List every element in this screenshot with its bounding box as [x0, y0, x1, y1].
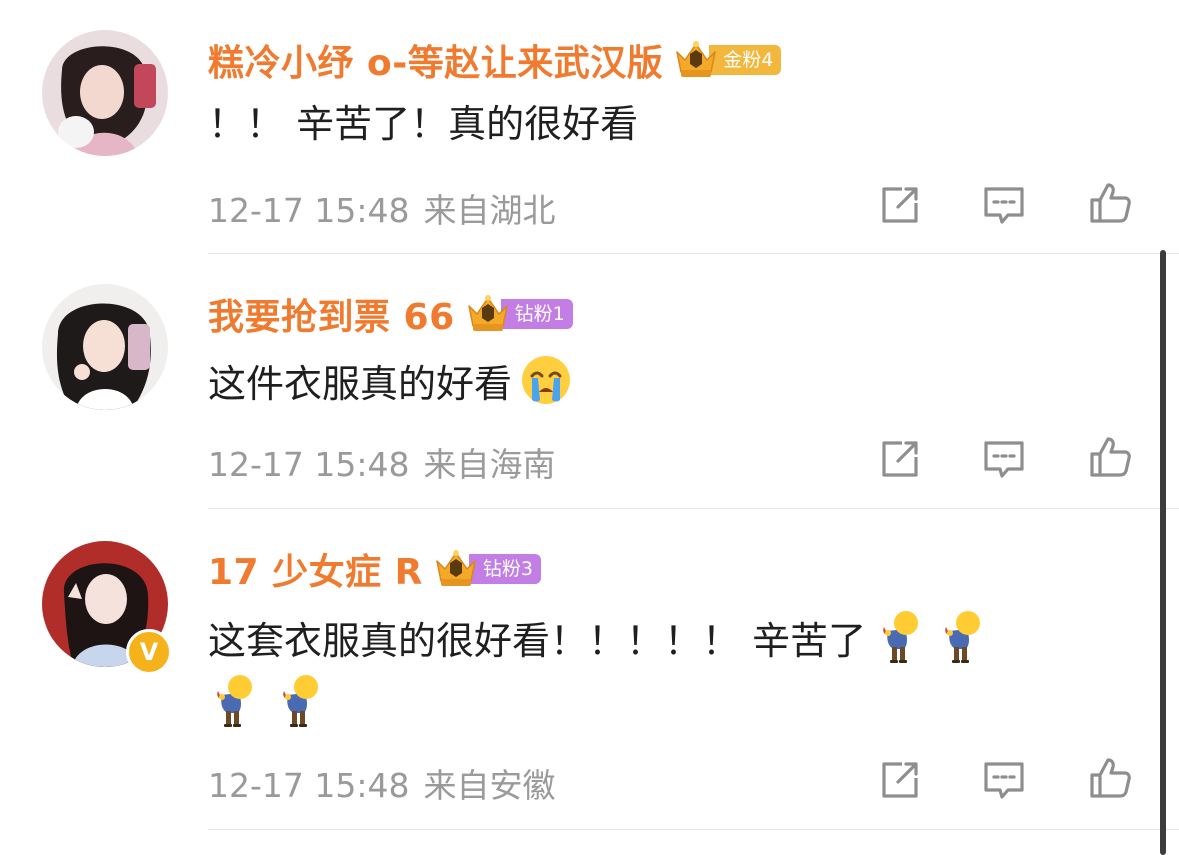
- bowing-person-emoji: [208, 673, 256, 742]
- fan-badge[interactable]: 钻粉3: [433, 552, 541, 586]
- crying-face-emoji: [520, 354, 572, 419]
- like-icon[interactable]: [1086, 433, 1134, 481]
- comment-text: 这套衣服真的很好看！！！！！ 辛苦了: [208, 609, 984, 678]
- bowing-person-emoji: [936, 609, 984, 678]
- like-icon[interactable]: [1086, 754, 1134, 802]
- comment-meta: 12-17 15:48 来自海南: [208, 438, 555, 486]
- username[interactable]: 糕冷小纾 o-等赵让来武汉版: [208, 34, 663, 86]
- comment-location: 来自海南: [423, 445, 556, 484]
- comment-text: 这件衣服真的好看: [208, 354, 572, 419]
- share-icon[interactable]: [876, 435, 924, 483]
- comment-time: 12-17 15:48: [208, 191, 410, 230]
- avatar[interactable]: [42, 30, 168, 156]
- crown-icon: [465, 294, 511, 334]
- username-row: 17 少女症 R 钻粉3: [208, 543, 541, 595]
- comment-location: 来自湖北: [423, 191, 556, 230]
- scrollbar[interactable]: [1160, 250, 1166, 855]
- fan-badge-label: 钻粉3: [468, 554, 541, 584]
- comment-time: 12-17 15:48: [208, 766, 410, 805]
- share-icon[interactable]: [876, 756, 924, 804]
- bowing-person-emoji: [874, 609, 922, 678]
- crown-icon: [433, 549, 479, 589]
- fan-badge-label: 钻粉1: [500, 299, 573, 329]
- comment-text: ！！ 辛苦了！真的很好看: [208, 102, 639, 146]
- avatar[interactable]: [42, 284, 168, 410]
- divider: [208, 829, 1179, 830]
- comment-item: 糕冷小纾 o-等赵让来武汉版 金粉4 ！！ 辛苦了！真的很好看 12-17 15…: [0, 0, 1179, 254]
- username[interactable]: 我要抢到票 66: [208, 288, 455, 340]
- username-row: 糕冷小纾 o-等赵让来武汉版 金粉4: [208, 34, 782, 86]
- fan-badge-label: 金粉4: [709, 45, 782, 75]
- comment-item: 我要抢到票 66 钻粉1 这件衣服真的好看 12-17 15:48 来自海南: [0, 254, 1179, 509]
- comment-location: 来自安徽: [423, 766, 556, 805]
- crown-icon: [673, 40, 719, 80]
- comment-icon[interactable]: [980, 181, 1028, 229]
- username[interactable]: 17 少女症 R: [208, 543, 423, 595]
- comment-item: V 17 少女症 R 钻粉3 这套衣服真的很好看！！！！！ 辛苦了 12-17 …: [0, 509, 1179, 855]
- fan-badge[interactable]: 金粉4: [673, 40, 782, 80]
- like-icon[interactable]: [1086, 179, 1134, 227]
- comment-meta: 12-17 15:48 来自湖北: [208, 184, 555, 232]
- share-icon[interactable]: [876, 181, 924, 229]
- comment-meta: 12-17 15:48 来自安徽: [208, 759, 555, 807]
- comment-text-line2: [208, 673, 322, 742]
- username-row: 我要抢到票 66 钻粉1: [208, 288, 573, 340]
- comment-time: 12-17 15:48: [208, 445, 410, 484]
- comment-icon[interactable]: [980, 435, 1028, 483]
- comment-icon[interactable]: [980, 756, 1028, 804]
- verified-badge: V: [126, 629, 172, 675]
- bowing-person-emoji: [274, 673, 322, 742]
- fan-badge[interactable]: 钻粉1: [465, 297, 573, 331]
